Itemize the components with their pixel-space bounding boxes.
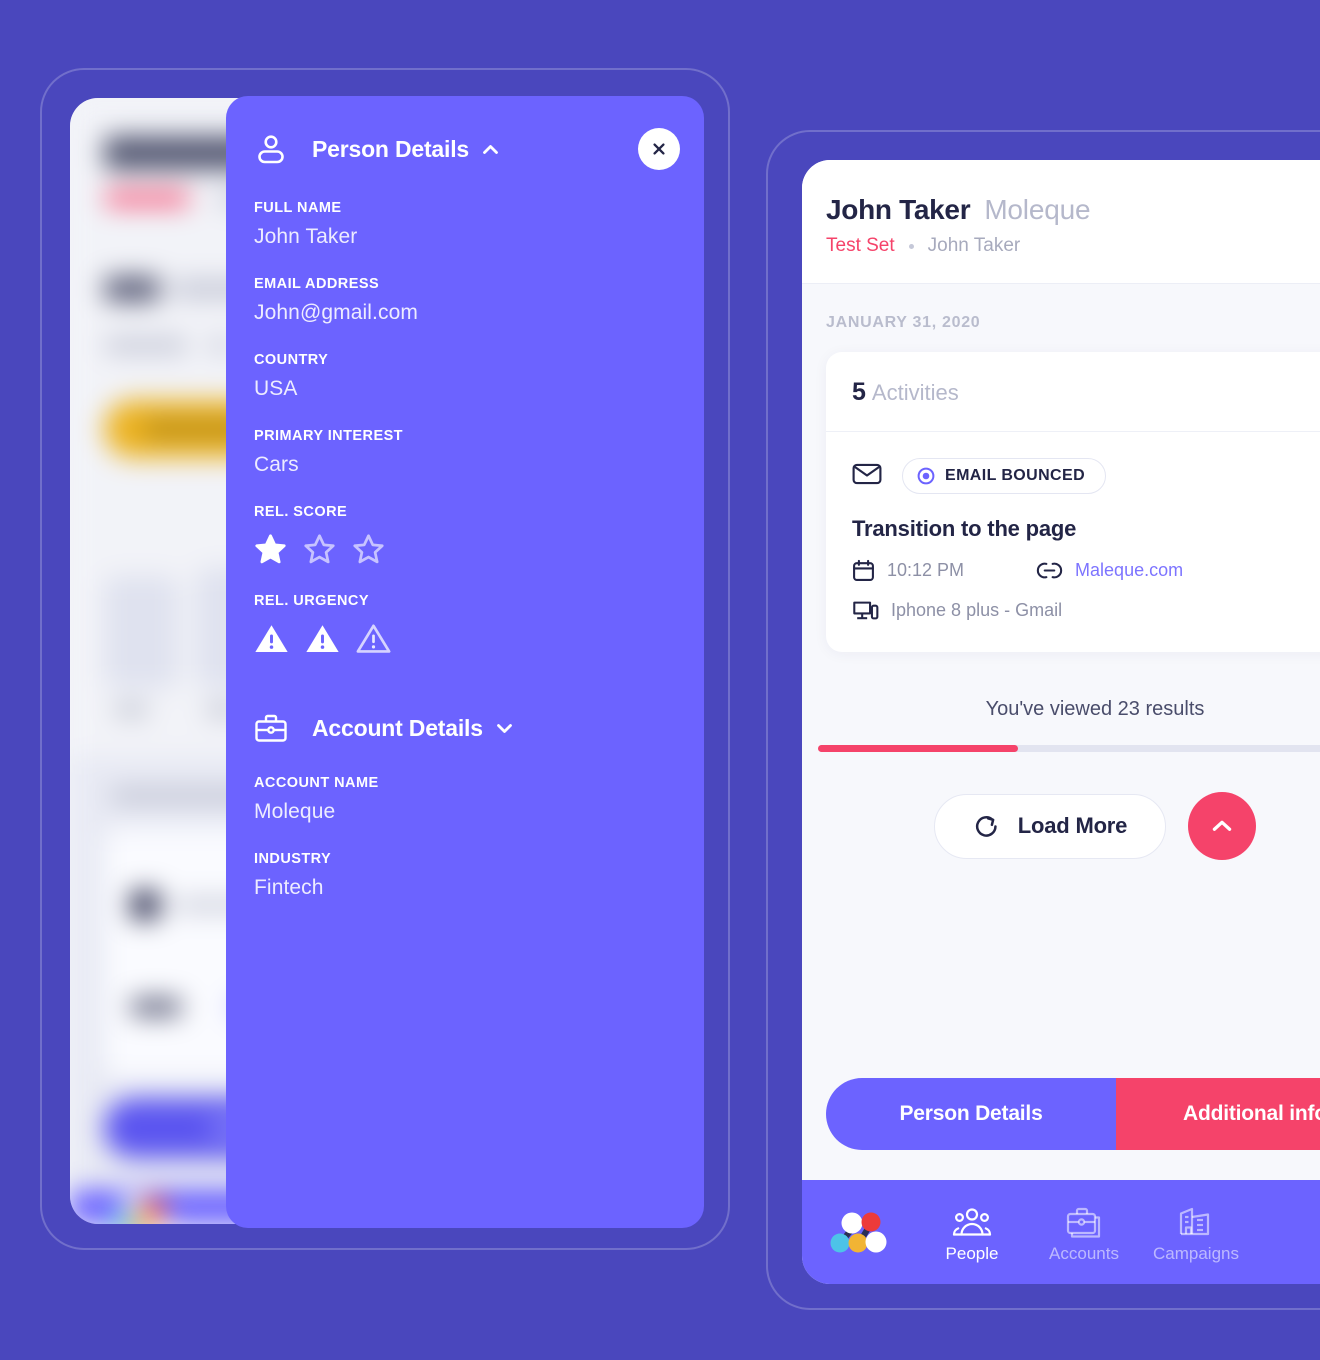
- nav-item-people-label: People: [945, 1244, 999, 1263]
- nav-item-campaigns-label: Campaigns: [1153, 1244, 1239, 1263]
- scroll-to-top-button[interactable]: [1188, 792, 1257, 860]
- results-progress-track: [818, 745, 1320, 752]
- chevron-up-icon[interactable]: [482, 141, 499, 158]
- nav-item-accounts-label: Accounts: [1049, 1244, 1119, 1263]
- field-label-email: EMAIL ADDRESS: [254, 276, 380, 292]
- panel-title: Person Details: [312, 135, 469, 162]
- rel-score-stars[interactable]: [254, 533, 676, 566]
- contact-name-row: John Taker Moleque: [826, 194, 1320, 226]
- activity-badge-row: EMAIL BOUNCED: [852, 458, 1320, 494]
- star-icon-empty[interactable]: [303, 533, 336, 566]
- activity-meta-row-1: 10:12 PM Maleque.com: [852, 559, 1320, 582]
- field-label-rel-score: REL. SCORE: [254, 504, 348, 520]
- activity-device: Iphone 8 plus - Gmail: [852, 599, 1062, 622]
- field-value-country: USA: [254, 377, 298, 400]
- field-label-country: COUNTRY: [254, 352, 329, 368]
- field-label-account-name: ACCOUNT NAME: [254, 775, 379, 791]
- nav-item-campaigns[interactable]: Campaigns: [1140, 1200, 1252, 1264]
- field-label-full-name: FULL NAME: [254, 200, 342, 216]
- tab-additional-info[interactable]: Additional info: [1116, 1078, 1320, 1150]
- load-more-label: Load More: [1017, 813, 1128, 838]
- owner-label: John Taker: [927, 235, 1021, 256]
- activity-item[interactable]: EMAIL BOUNCED Transition to the page 10:…: [826, 432, 1320, 652]
- detail-tabs-wrapper: Person Details Additional info: [802, 1078, 1320, 1180]
- activity-link[interactable]: Maleque.com: [1036, 559, 1183, 582]
- activity-count: 5: [852, 378, 866, 406]
- activity-meta-row-2: Iphone 8 plus - Gmail: [852, 599, 1320, 622]
- person-icon: [254, 132, 288, 166]
- activity-count-label: Activities: [871, 380, 959, 405]
- star-icon-empty[interactable]: [352, 533, 385, 566]
- activity-count-row: 5 Activities: [826, 352, 1320, 432]
- tab-person-details-label: Person Details: [899, 1102, 1043, 1125]
- results-progress-fill: [818, 745, 1018, 752]
- warning-triangle-icon-empty[interactable]: [356, 622, 391, 655]
- device-icon: [853, 601, 879, 620]
- envelope-icon: [852, 462, 882, 491]
- person-fields: FULL NAME John Taker EMAIL ADDRESS John@…: [226, 166, 704, 655]
- field-value-industry: Fintech: [254, 876, 324, 899]
- field-value-primary-interest: Cars: [254, 453, 299, 476]
- test-set-label[interactable]: Test Set: [826, 235, 895, 257]
- link-icon: [1036, 562, 1063, 579]
- activity-title: Transition to the page: [852, 516, 1077, 541]
- load-more-button[interactable]: Load More: [933, 793, 1167, 859]
- detail-tabs: Person Details Additional info: [826, 1078, 1320, 1150]
- refresh-icon: [975, 815, 997, 837]
- status-badge-label: EMAIL BOUNCED: [945, 467, 1086, 484]
- tab-additional-info-label: Additional info: [1183, 1102, 1320, 1125]
- building-icon: [1179, 1207, 1210, 1236]
- contact-subtitle-row: Test Set John Taker: [826, 235, 1320, 257]
- field-label-industry: INDUSTRY: [254, 851, 332, 867]
- chevron-up-icon: [1213, 820, 1232, 831]
- nav-item-people[interactable]: People: [916, 1200, 1028, 1264]
- results-viewed-text: You've viewed 23 results: [985, 698, 1205, 720]
- activity-link-text[interactable]: Maleque.com: [1075, 560, 1183, 581]
- account-fields: ACCOUNT NAME Moleque INDUSTRY Fintech: [226, 743, 704, 900]
- screenshot-stage: Person Details FULL NAME John Taker EMAI…: [0, 0, 1320, 1360]
- field-label-primary-interest: PRIMARY INTEREST: [254, 428, 403, 444]
- chevron-down-icon[interactable]: [496, 720, 513, 737]
- person-details-panel: Person Details FULL NAME John Taker EMAI…: [226, 96, 704, 1228]
- briefcase-icon: [254, 713, 288, 743]
- star-icon-filled[interactable]: [254, 533, 287, 566]
- separator-dot: [908, 243, 914, 249]
- radio-dot-icon: [917, 467, 935, 485]
- account-details-title: Account Details: [312, 714, 483, 741]
- activity-device-text: Iphone 8 plus - Gmail: [891, 600, 1063, 620]
- rel-urgency-warnings[interactable]: [254, 622, 676, 655]
- briefcase-icon: [1066, 1207, 1101, 1238]
- nav-item-accounts[interactable]: Accounts: [1028, 1200, 1140, 1264]
- activity-card: 5 Activities EMAIL BOUNCED Transition to…: [826, 352, 1320, 652]
- date-group-label: JANUARY 31, 2020: [826, 314, 981, 331]
- contact-account: Moleque: [984, 194, 1091, 225]
- activity-feed: JANUARY 31, 2020 5 Activities EMAIL BOUN…: [802, 284, 1320, 1078]
- field-value-account-name: Moleque: [254, 800, 336, 823]
- activity-time-text: 10:12 PM: [887, 560, 965, 580]
- status-badge: EMAIL BOUNCED: [902, 458, 1107, 494]
- field-value-full-name: John Taker: [254, 225, 358, 248]
- close-panel-button[interactable]: [638, 128, 680, 170]
- activity-time: 10:12 PM: [852, 559, 964, 582]
- contact-name: John Taker: [826, 194, 971, 225]
- field-value-email: John@gmail.com: [254, 301, 418, 324]
- right-device-screen: John Taker Moleque Test Set John Taker J…: [802, 160, 1320, 1284]
- field-label-rel-urgency: REL. URGENCY: [254, 593, 369, 609]
- warning-triangle-icon-filled[interactable]: [305, 622, 340, 655]
- account-details-section-header[interactable]: Account Details: [226, 713, 704, 743]
- contact-header: John Taker Moleque Test Set John Taker: [802, 160, 1320, 284]
- load-more-row: Load More: [802, 792, 1320, 860]
- right-device-frame: John Taker Moleque Test Set John Taker J…: [766, 130, 1320, 1310]
- tab-person-details[interactable]: Person Details: [826, 1078, 1116, 1150]
- panel-header: Person Details: [226, 96, 704, 170]
- people-icon: [952, 1208, 992, 1236]
- molecule-logo[interactable]: [824, 1206, 894, 1258]
- calendar-icon: [853, 559, 874, 581]
- bottom-navigation: People Accounts Campaigns: [802, 1180, 1320, 1284]
- warning-triangle-icon-filled[interactable]: [254, 622, 289, 655]
